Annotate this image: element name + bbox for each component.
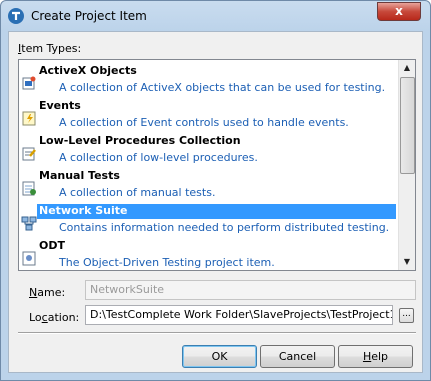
help-button[interactable]: Help <box>338 345 413 368</box>
list-item-name: ODT <box>39 239 65 252</box>
item-types-label: Item Types: <box>18 42 82 55</box>
list-item-description: A collection of Event controls used to h… <box>59 116 349 129</box>
dialog-client-area: Item Types: ActiveX Objects A collection… <box>8 31 423 373</box>
list-item-description: A collection of ActiveX objects that can… <box>59 81 386 94</box>
name-field[interactable]: NetworkSuite <box>85 280 416 300</box>
ok-button[interactable]: OK <box>182 345 257 368</box>
list-item-name: Events <box>39 99 81 112</box>
dialog-window: Create Project Item x Item Types: Active… <box>0 0 431 381</box>
list-scrollbar[interactable]: ▲ ▼ <box>398 60 415 270</box>
location-label: Location: <box>29 311 80 324</box>
list-item-description: A collection of manual tests. <box>59 186 216 199</box>
cancel-button[interactable]: Cancel <box>260 345 335 368</box>
list-item-name: ActiveX Objects <box>39 64 137 77</box>
scroll-up-arrow-icon[interactable]: ▲ <box>399 60 415 76</box>
browse-button[interactable]: ... <box>399 308 414 323</box>
list-item-low-level-procedures[interactable]: Low-Level Procedures Collection A collec… <box>19 132 400 166</box>
list-item-events[interactable]: Events A collection of Event controls us… <box>19 97 400 131</box>
item-types-list[interactable]: ActiveX Objects A collection of ActiveX … <box>18 59 416 271</box>
list-item-description: A collection of low-level procedures. <box>59 151 258 164</box>
scroll-down-arrow-icon[interactable]: ▼ <box>399 254 415 270</box>
list-item-network-suite[interactable]: Network Suite Contains information neede… <box>19 202 400 236</box>
list-item-manual-tests[interactable]: Manual Tests A collection of manual test… <box>19 167 400 201</box>
close-button[interactable]: x <box>377 2 421 21</box>
lowlevel-procedures-icon <box>22 147 36 161</box>
list-item-name: Low-Level Procedures Collection <box>39 134 241 147</box>
scrollbar-thumb[interactable] <box>400 77 415 174</box>
list-item-name: Network Suite <box>37 204 396 219</box>
close-icon: x <box>395 4 403 18</box>
location-field[interactable]: D:\TestComplete Work Folder\SlaveProject… <box>85 305 393 325</box>
list-item-name: Manual Tests <box>39 169 120 182</box>
window-title: Create Project Item <box>31 9 147 23</box>
network-suite-icon <box>21 216 37 231</box>
manual-tests-icon <box>22 181 36 196</box>
list-item-odt[interactable]: ODT The Object-Driven Testing project it… <box>19 237 400 270</box>
list-item-description: The Object-Driven Testing project item. <box>59 256 275 269</box>
testcomplete-app-icon <box>8 8 24 24</box>
list-item-description: Contains information needed to perform d… <box>59 221 390 234</box>
list-item-activex-objects[interactable]: ActiveX Objects A collection of ActiveX … <box>19 62 400 96</box>
separator-line <box>18 332 416 334</box>
name-label: Name: <box>29 286 66 299</box>
odt-icon <box>22 251 36 266</box>
activex-icon <box>22 76 36 90</box>
events-icon <box>22 111 36 126</box>
title-bar[interactable]: Create Project Item x <box>1 1 430 31</box>
